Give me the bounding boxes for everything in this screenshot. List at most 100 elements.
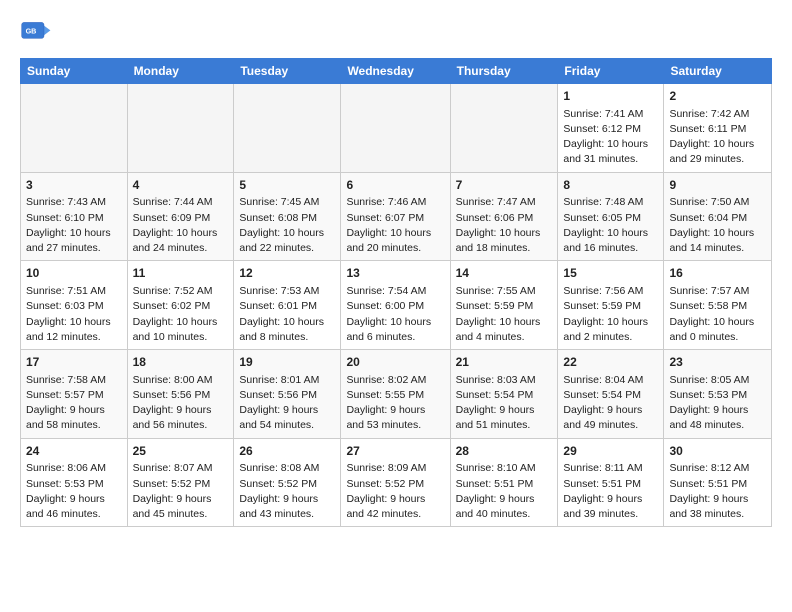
weekday-header-saturday: Saturday [664,59,772,84]
calendar-week-4: 17 Sunrise: 7:58 AM Sunset: 5:57 PM Dayli… [21,350,772,439]
day-info: Sunrise: 7:50 AM Sunset: 6:04 PM Dayligh… [669,195,766,256]
calendar-cell: 1Sunrise: 7:41 AM Sunset: 6:12 PM Daylig… [558,84,664,173]
calendar-cell: 24Sunrise: 8:06 AM Sunset: 5:53 PM Dayli… [21,438,128,527]
svg-text:GB: GB [26,27,37,36]
logo-icon: GB [20,16,52,48]
day-number: 26 [239,443,335,460]
day-info: Sunrise: 7:45 AM Sunset: 6:08 PM Dayligh… [239,195,335,256]
day-info: Sunrise: 7:56 AM Sunset: 5:59 PM Dayligh… [563,284,658,345]
calendar-cell: 6Sunrise: 7:46 AM Sunset: 6:07 PM Daylig… [341,172,450,261]
day-number: 11 [133,265,229,282]
day-info: Sunrise: 7:48 AM Sunset: 6:05 PM Dayligh… [563,195,658,256]
day-number: 3 [26,177,122,194]
day-number: 7 [456,177,553,194]
day-number: 9 [669,177,766,194]
day-info: Sunrise: 8:03 AM Sunset: 5:54 PM Dayligh… [456,373,553,434]
day-info: Sunrise: 8:07 AM Sunset: 5:52 PM Dayligh… [133,461,229,522]
calendar-header-row: SundayMondayTuesdayWednesdayThursdayFrid… [21,59,772,84]
calendar-cell: 7Sunrise: 7:47 AM Sunset: 6:06 PM Daylig… [450,172,558,261]
weekday-header-sunday: Sunday [21,59,128,84]
day-info: Sunrise: 8:01 AM Sunset: 5:56 PM Dayligh… [239,373,335,434]
calendar-cell: 19 Sunrise: 8:01 AM Sunset: 5:56 PM Dayli… [234,350,341,439]
weekday-header-wednesday: Wednesday [341,59,450,84]
weekday-header-friday: Friday [558,59,664,84]
weekday-header-tuesday: Tuesday [234,59,341,84]
day-info: Sunrise: 8:06 AM Sunset: 5:53 PM Dayligh… [26,461,122,522]
calendar-cell [234,84,341,173]
day-info: Sunrise: 7:43 AM Sunset: 6:10 PM Dayligh… [26,195,122,256]
calendar-cell: 16 Sunrise: 7:57 AM Sunset: 5:58 PM Dayli… [664,261,772,350]
page: GB SundayMondayTuesdayWednesdayThursdayF… [0,0,792,539]
day-number: 21 [456,354,553,371]
day-number: 16 [669,265,766,282]
day-info: Sunrise: 7:42 AM Sunset: 6:11 PM Dayligh… [669,107,766,168]
calendar-cell: 3Sunrise: 7:43 AM Sunset: 6:10 PM Daylig… [21,172,128,261]
day-number: 5 [239,177,335,194]
day-info: Sunrise: 7:44 AM Sunset: 6:09 PM Dayligh… [133,195,229,256]
day-number: 19 [239,354,335,371]
day-info: Sunrise: 7:47 AM Sunset: 6:06 PM Dayligh… [456,195,553,256]
day-number: 8 [563,177,658,194]
logo: GB [20,16,54,48]
calendar-cell: 30Sunrise: 8:12 AM Sunset: 5:51 PM Dayli… [664,438,772,527]
day-number: 6 [346,177,444,194]
calendar-cell: 22 Sunrise: 8:04 AM Sunset: 5:54 PM Dayli… [558,350,664,439]
day-info: Sunrise: 8:12 AM Sunset: 5:51 PM Dayligh… [669,461,766,522]
day-info: Sunrise: 7:51 AM Sunset: 6:03 PM Dayligh… [26,284,122,345]
calendar-cell [127,84,234,173]
day-number: 2 [669,88,766,105]
calendar-cell: 12 Sunrise: 7:53 AM Sunset: 6:01 PM Dayli… [234,261,341,350]
day-number: 18 [133,354,229,371]
day-info: Sunrise: 8:05 AM Sunset: 5:53 PM Dayligh… [669,373,766,434]
calendar-cell: 23 Sunrise: 8:05 AM Sunset: 5:53 PM Dayli… [664,350,772,439]
calendar-cell: 9Sunrise: 7:50 AM Sunset: 6:04 PM Daylig… [664,172,772,261]
day-number: 24 [26,443,122,460]
calendar-cell: 14Sunrise: 7:55 AM Sunset: 5:59 PM Dayli… [450,261,558,350]
calendar-cell [341,84,450,173]
calendar-cell [21,84,128,173]
day-number: 12 [239,265,335,282]
day-number: 4 [133,177,229,194]
calendar-cell: 11 Sunrise: 7:52 AM Sunset: 6:02 PM Dayli… [127,261,234,350]
day-info: Sunrise: 8:04 AM Sunset: 5:54 PM Dayligh… [563,373,658,434]
calendar-cell: 10 Sunrise: 7:51 AM Sunset: 6:03 PM Dayli… [21,261,128,350]
day-number: 22 [563,354,658,371]
day-info: Sunrise: 8:08 AM Sunset: 5:52 PM Dayligh… [239,461,335,522]
day-number: 30 [669,443,766,460]
day-info: Sunrise: 8:10 AM Sunset: 5:51 PM Dayligh… [456,461,553,522]
header: GB [20,16,772,48]
day-info: Sunrise: 8:00 AM Sunset: 5:56 PM Dayligh… [133,373,229,434]
weekday-header-thursday: Thursday [450,59,558,84]
calendar-cell: 8Sunrise: 7:48 AM Sunset: 6:05 PM Daylig… [558,172,664,261]
calendar-cell [450,84,558,173]
calendar-cell: 25Sunrise: 8:07 AM Sunset: 5:52 PM Dayli… [127,438,234,527]
day-number: 23 [669,354,766,371]
calendar-cell: 13 Sunrise: 7:54 AM Sunset: 6:00 PM Dayli… [341,261,450,350]
calendar-cell: 27Sunrise: 8:09 AM Sunset: 5:52 PM Dayli… [341,438,450,527]
day-info: Sunrise: 8:11 AM Sunset: 5:51 PM Dayligh… [563,461,658,522]
calendar-cell: 17 Sunrise: 7:58 AM Sunset: 5:57 PM Dayli… [21,350,128,439]
calendar-week-3: 10 Sunrise: 7:51 AM Sunset: 6:03 PM Dayli… [21,261,772,350]
day-number: 17 [26,354,122,371]
day-info: Sunrise: 7:55 AM Sunset: 5:59 PM Dayligh… [456,284,553,345]
day-info: Sunrise: 8:02 AM Sunset: 5:55 PM Dayligh… [346,373,444,434]
calendar-cell: 15Sunrise: 7:56 AM Sunset: 5:59 PM Dayli… [558,261,664,350]
calendar-cell: 2 Sunrise: 7:42 AM Sunset: 6:11 PM Daylig… [664,84,772,173]
calendar-week-1: 1Sunrise: 7:41 AM Sunset: 6:12 PM Daylig… [21,84,772,173]
day-number: 10 [26,265,122,282]
day-info: Sunrise: 7:52 AM Sunset: 6:02 PM Dayligh… [133,284,229,345]
calendar-cell: 4Sunrise: 7:44 AM Sunset: 6:09 PM Daylig… [127,172,234,261]
day-info: Sunrise: 7:57 AM Sunset: 5:58 PM Dayligh… [669,284,766,345]
day-info: Sunrise: 7:46 AM Sunset: 6:07 PM Dayligh… [346,195,444,256]
day-info: Sunrise: 8:09 AM Sunset: 5:52 PM Dayligh… [346,461,444,522]
day-number: 27 [346,443,444,460]
day-number: 25 [133,443,229,460]
day-info: Sunrise: 7:53 AM Sunset: 6:01 PM Dayligh… [239,284,335,345]
day-info: Sunrise: 7:58 AM Sunset: 5:57 PM Dayligh… [26,373,122,434]
calendar-week-2: 3Sunrise: 7:43 AM Sunset: 6:10 PM Daylig… [21,172,772,261]
day-info: Sunrise: 7:54 AM Sunset: 6:00 PM Dayligh… [346,284,444,345]
calendar-cell: 28Sunrise: 8:10 AM Sunset: 5:51 PM Dayli… [450,438,558,527]
day-number: 28 [456,443,553,460]
day-number: 13 [346,265,444,282]
calendar-cell: 21 Sunrise: 8:03 AM Sunset: 5:54 PM Dayli… [450,350,558,439]
